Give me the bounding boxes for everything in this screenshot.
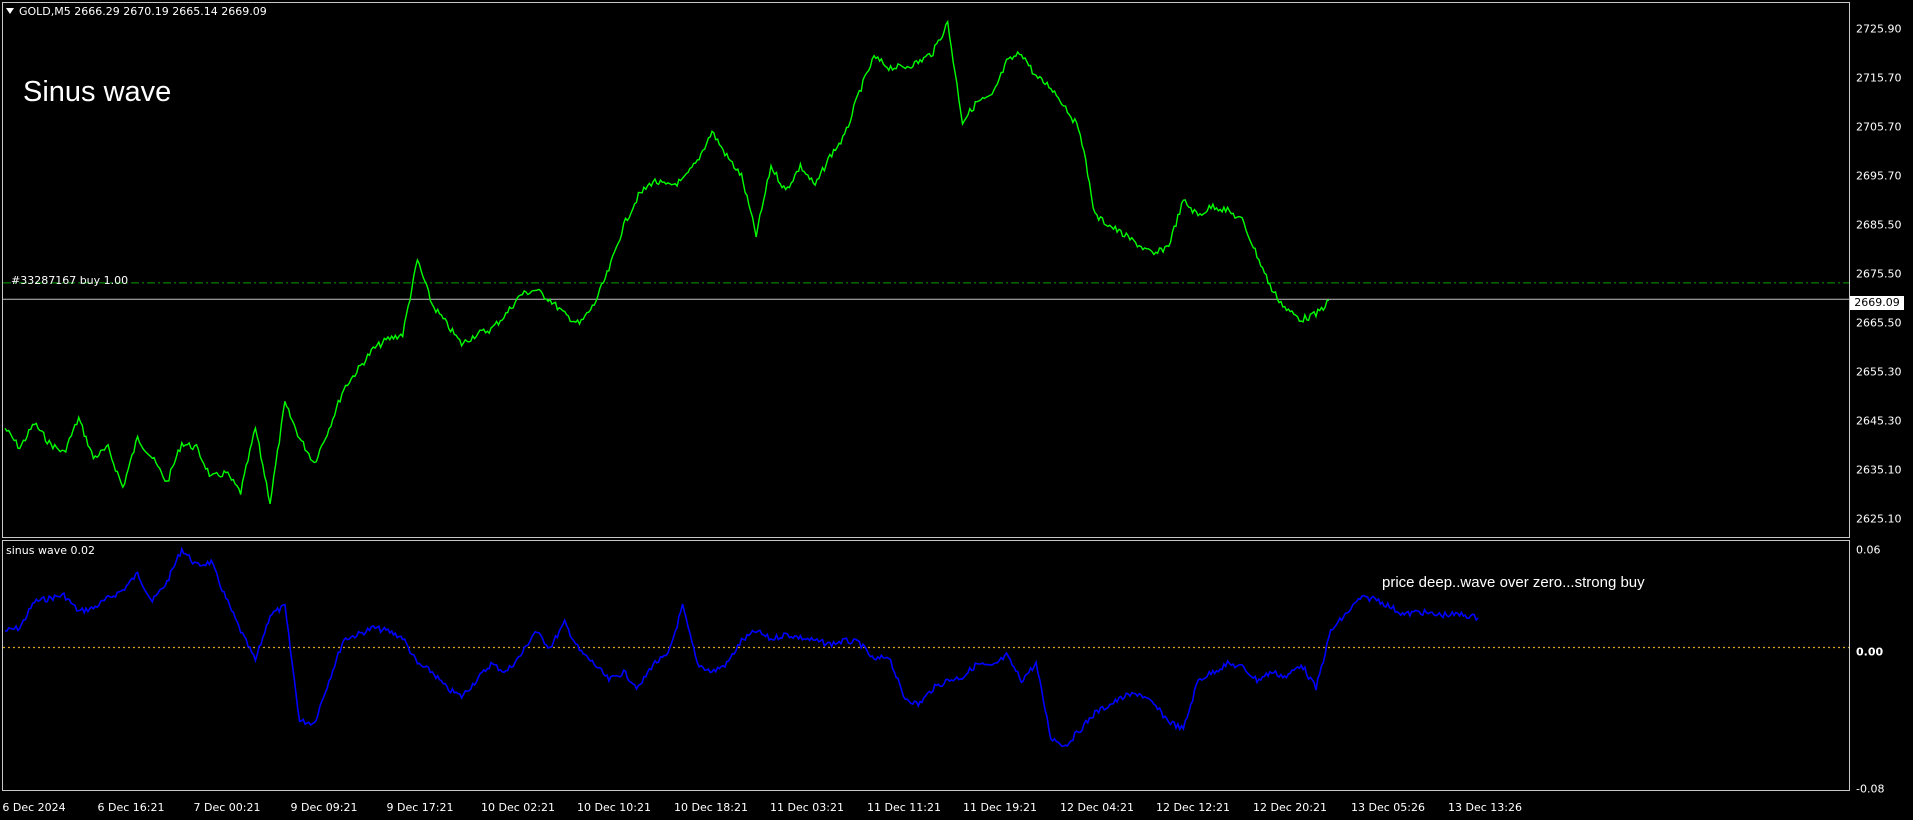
order-label[interactable]: #33287167 buy 1.00 — [11, 274, 128, 287]
indicator-series-line — [4, 546, 1479, 748]
price-axis-label: 2655.30 — [1856, 365, 1902, 379]
chart-canvas — [3, 19, 1849, 748]
price-axis-label: 2665.50 — [1856, 316, 1902, 330]
time-axis-label: 12 Dec 20:21 — [1253, 801, 1327, 814]
indicator-axis-label: -0.08 — [1856, 782, 1885, 796]
time-axis-label: 11 Dec 19:21 — [963, 801, 1037, 814]
time-axis-label: 10 Dec 02:21 — [481, 801, 555, 814]
time-axis-label: 11 Dec 03:21 — [770, 801, 844, 814]
time-axis-label: 6 Dec 2024 — [2, 801, 66, 814]
time-axis-label: 9 Dec 17:21 — [386, 801, 454, 814]
time-axis-label: 10 Dec 10:21 — [577, 801, 651, 814]
symbol-info-text: GOLD,M5 2666.29 2670.19 2665.14 2669.09 — [19, 5, 267, 18]
time-axis-label: 10 Dec 18:21 — [674, 801, 748, 814]
price-axis-label: 2685.50 — [1856, 218, 1902, 232]
indicator-title: sinus wave 0.02 — [6, 544, 95, 557]
price-axis-label: 2705.70 — [1856, 120, 1902, 134]
price-axis-label: 2625.10 — [1856, 512, 1902, 526]
time-axis-label: 6 Dec 16:21 — [97, 801, 165, 814]
chart-title: Sinus wave — [23, 76, 172, 108]
time-axis-label: 9 Dec 09:21 — [290, 801, 358, 814]
price-axis-label: 2695.70 — [1856, 169, 1902, 183]
indicator-note: price deep..wave over zero...strong buy — [1382, 574, 1645, 591]
time-axis-label: 13 Dec 13:26 — [1448, 801, 1522, 814]
price-axis-label: 2715.70 — [1856, 71, 1902, 85]
time-axis-label: 12 Dec 12:21 — [1156, 801, 1230, 814]
indicator-axis-label: 0.06 — [1856, 543, 1881, 557]
price-series-line — [4, 19, 1330, 505]
time-axis-label: 7 Dec 00:21 — [193, 801, 261, 814]
symbol-info-header[interactable]: GOLD,M5 2666.29 2670.19 2665.14 2669.09 — [6, 5, 267, 18]
indicator-axis-label: 0.00 — [1856, 645, 1884, 659]
price-axis-label: 2725.90 — [1856, 22, 1902, 36]
time-axis-label: 12 Dec 04:21 — [1060, 801, 1134, 814]
price-axis-label: 2645.30 — [1856, 414, 1902, 428]
time-axis-label: 13 Dec 05:26 — [1351, 801, 1425, 814]
price-axis-label: 2675.50 — [1856, 267, 1902, 281]
current-price-badge: 2669.09 — [1850, 296, 1904, 310]
time-axis-label: 11 Dec 11:21 — [867, 801, 941, 814]
price-axis-label: 2635.10 — [1856, 463, 1902, 477]
dropdown-arrow-icon[interactable] — [6, 8, 14, 14]
